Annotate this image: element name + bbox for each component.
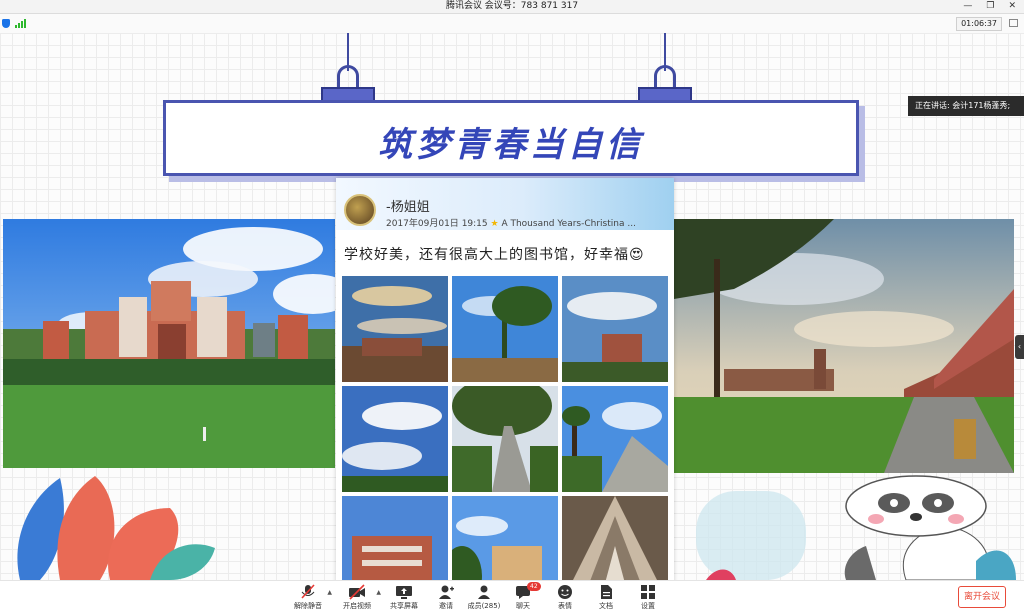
document-icon: [601, 585, 612, 599]
campus-photo-left: [3, 219, 335, 468]
grid-photo: [452, 496, 558, 580]
camera-off-icon: [349, 584, 365, 600]
layout-icon[interactable]: [1009, 19, 1018, 27]
share-screen-button[interactable]: 共享屏幕: [384, 584, 424, 611]
window-title: 腾讯会议 会议号：783 871 317: [445, 1, 579, 11]
grid-photo: [342, 276, 448, 382]
post-text: 学校好美，还有很高大上的图书馆，好幸福😍: [344, 247, 645, 263]
grid-photo: [562, 276, 668, 382]
minimize-icon[interactable]: —: [963, 0, 972, 13]
post-meta: 2017年09月01日 19:15 ★ A Thousand Years-Chr…: [386, 216, 668, 229]
grid-photo: [342, 496, 448, 580]
restore-icon[interactable]: ❐: [986, 0, 994, 13]
reactions-button[interactable]: 表情: [545, 584, 585, 611]
unmute-label: 解除静音: [294, 602, 322, 610]
shared-screen: 筑梦青春当自信 -杨姐姐 2017年09月01日 19:15 ★ A Thous…: [0, 33, 1024, 580]
post-time: 19:15: [461, 219, 488, 229]
unmute-button[interactable]: 解除静音 ▲: [288, 584, 332, 611]
post-date: 2017年09月01日: [386, 219, 459, 229]
post-song: A Thousand Years-Christina ...: [501, 219, 636, 229]
post-photo-grid: [342, 276, 668, 580]
settings-button[interactable]: 设置: [628, 584, 668, 611]
meeting-toolbar: 解除静音 ▲ 开启视频 ▲ 共享屏幕 邀请 成员(285) 42 聊天 表情 文…: [0, 580, 1024, 615]
signal-icon[interactable]: [15, 19, 26, 28]
smiley-icon: [558, 585, 572, 599]
invite-label: 邀请: [439, 602, 453, 610]
leaf-decoration: [17, 476, 215, 580]
start-video-label: 开启视频: [343, 602, 371, 610]
banner-title: 筑梦青春当自信: [378, 125, 644, 165]
grid-photo: [342, 386, 448, 492]
speaking-indicator: 正在讲话: 会计171杨蓬秀;: [908, 96, 1024, 116]
status-bar: 01:06:37: [0, 14, 1024, 33]
grid-photo: [452, 276, 558, 382]
raccoon-decoration: [696, 475, 1016, 580]
members-button[interactable]: 成员(285): [464, 584, 504, 611]
chevron-up-icon[interactable]: ▲: [376, 589, 381, 596]
campus-photo-right: [674, 219, 1014, 473]
side-panel-toggle[interactable]: ‹: [1015, 335, 1024, 359]
avatar: [344, 194, 376, 226]
grid-photo: [452, 386, 558, 492]
share-screen-icon: [396, 586, 412, 599]
meeting-timer: 01:06:37: [956, 17, 1002, 31]
post-header: -杨姐姐 2017年09月01日 19:15 ★ A Thousand Year…: [336, 178, 674, 230]
members-label: 成员(285): [467, 602, 501, 610]
grid-photo: [562, 386, 668, 492]
leave-meeting-button[interactable]: 离开会议: [958, 586, 1006, 608]
reactions-label: 表情: [558, 602, 572, 610]
slide-banner: 筑梦青春当自信: [163, 100, 859, 176]
start-video-button[interactable]: 开启视频 ▲: [337, 584, 381, 611]
members-icon: [478, 585, 490, 599]
social-post: -杨姐姐 2017年09月01日 19:15 ★ A Thousand Year…: [336, 178, 674, 580]
add-user-icon: [439, 585, 454, 599]
grid-photo: [562, 496, 668, 580]
documents-label: 文档: [599, 602, 613, 610]
invite-button[interactable]: 邀请: [426, 584, 466, 611]
chevron-up-icon[interactable]: ▲: [327, 589, 332, 596]
microphone-muted-icon: [301, 584, 315, 599]
title-bar: 腾讯会议 会议号：783 871 317 — ❐ ✕: [0, 0, 1024, 14]
chat-button[interactable]: 42 聊天: [503, 582, 543, 611]
close-icon[interactable]: ✕: [1008, 0, 1016, 13]
post-username: -杨姐姐: [386, 200, 430, 215]
chat-label: 聊天: [516, 602, 530, 610]
star-icon: ★: [490, 219, 499, 229]
chat-badge: 42: [527, 582, 541, 591]
documents-button[interactable]: 文档: [586, 584, 626, 611]
shield-icon[interactable]: [2, 19, 10, 28]
settings-grid-icon: [641, 585, 655, 599]
share-screen-label: 共享屏幕: [390, 602, 418, 610]
settings-label: 设置: [641, 602, 655, 610]
